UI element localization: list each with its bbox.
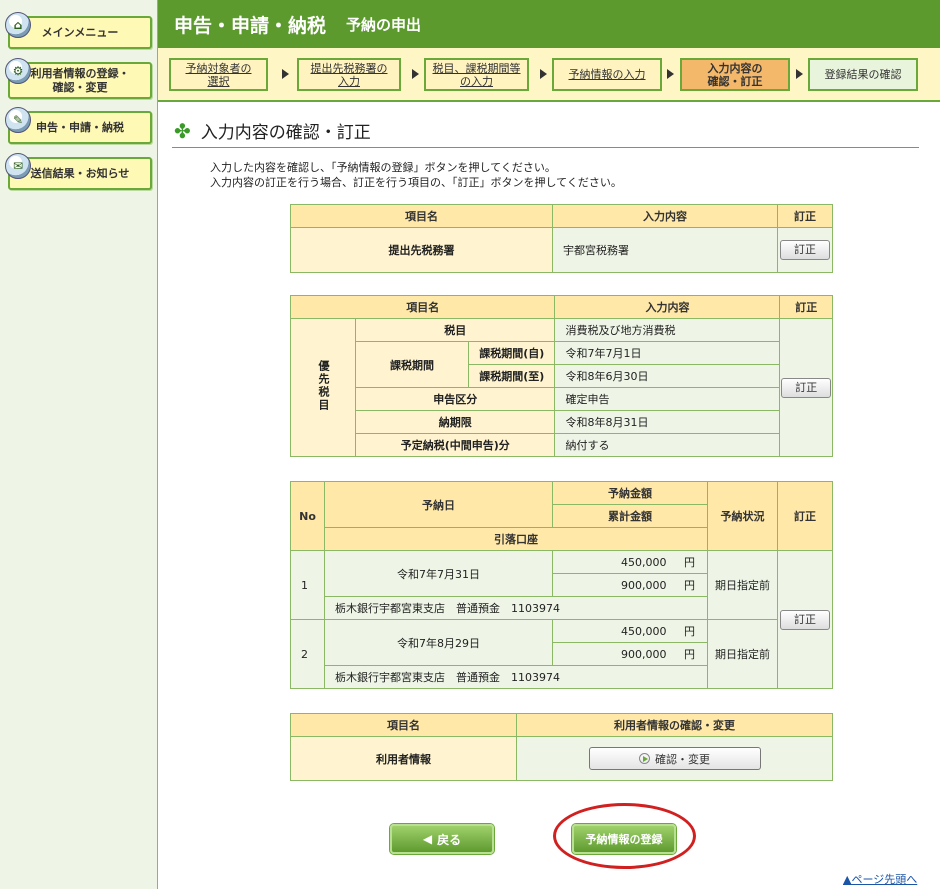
home-icon: ⌂: [5, 12, 31, 38]
arrow-icon: [667, 69, 674, 79]
prepayment-schedule-table: No 予納日 予納金額 予納状況 訂正 累計金額 引落口座 1 令和7年7月31…: [290, 481, 833, 689]
arrow-icon: [282, 69, 289, 79]
page-header: 申告・申請・納税 予納の申出: [158, 0, 940, 48]
sidebar-item-label: 送信結果・お知らせ: [30, 166, 130, 180]
step-prepayment-info[interactable]: 予納情報の入力: [552, 58, 662, 91]
tax-office-table: 項目名 入力内容 訂正 提出先税務署 宇都宮税務署 訂正: [290, 204, 833, 273]
step-result: 登録結果の確認: [808, 58, 918, 91]
clover-icon: ✤: [174, 118, 191, 143]
step-select-target[interactable]: 予納対象者の 選択: [169, 58, 268, 91]
step-tax-item[interactable]: 税目、課税期間等 の入力: [424, 58, 529, 91]
back-arrow-icon: ◀: [422, 832, 433, 846]
arrow-icon: [796, 69, 803, 79]
sidebar-item-main-menu[interactable]: ⌂ メインメニュー: [5, 12, 152, 49]
arrow-icon: [412, 69, 419, 79]
step-tax-office[interactable]: 提出先税務署の 入力: [297, 58, 401, 91]
page-subtitle: 予納の申出: [346, 15, 422, 34]
instructions: 入力した内容を確認し、「予納情報の登録」ボタンを押してください。 入力内容の訂正…: [210, 161, 622, 189]
page-title: 申告・申請・納税: [174, 14, 327, 37]
section-title: ✤ 入力内容の確認・訂正: [172, 114, 919, 148]
table-row: 2 令和7年8月29日 450,000 円 期日指定前: [290, 619, 833, 689]
highlight-circle: [553, 803, 696, 869]
sidebar-item-declaration[interactable]: ✎ 申告・申請・納税: [5, 107, 152, 144]
sidebar-item-label: メインメニュー: [41, 25, 119, 39]
priority-tax-label: 優先税目: [290, 318, 356, 457]
sidebar: ⌂ メインメニュー ⚙ 利用者情報の登録・ 確認・変更 ✎ 申告・申請・納税 ✉ …: [0, 0, 158, 889]
edit-schedule-button[interactable]: 訂正: [780, 609, 830, 630]
sidebar-item-label: 申告・申請・納税: [36, 120, 124, 134]
sidebar-item-results[interactable]: ✉ 送信結果・お知らせ: [5, 153, 152, 190]
step-navigation: 予納対象者の 選択 提出先税務署の 入力 税目、課税期間等 の入力 予納情報の入力 入…: [158, 48, 940, 102]
edit-tax-period-button[interactable]: 訂正: [781, 377, 832, 398]
tax-office-value: 宇都宮税務署: [552, 227, 778, 273]
step-confirm-current: 入力内容の 確認・訂正: [680, 58, 790, 91]
back-button[interactable]: ◀ 戻る: [390, 824, 494, 854]
sidebar-item-user-info[interactable]: ⚙ 利用者情報の登録・ 確認・変更: [5, 58, 152, 99]
user-info-table: 項目名 利用者情報の確認・変更 利用者情報 確認・変更: [290, 713, 833, 781]
edit-tax-office-button[interactable]: 訂正: [780, 240, 830, 260]
play-icon: [639, 753, 650, 764]
tax-office-label: 提出先税務署: [290, 227, 553, 273]
tax-period-table: 項目名 入力内容 訂正 優先税目 税目 消費税及び地方消費税 訂正 課税期間 課…: [289, 295, 833, 457]
arrow-icon: [540, 69, 547, 79]
table-row: 1 令和7年7月31日 450,000 円 期日指定前 訂正: [290, 550, 833, 689]
sidebar-item-label: 利用者情報の登録・ 確認・変更: [30, 66, 130, 94]
mail-icon: ✉: [5, 153, 31, 179]
document-icon: ✎: [5, 107, 31, 133]
gear-icon: ⚙: [5, 58, 31, 84]
confirm-change-button[interactable]: 確認・変更: [588, 747, 761, 770]
page-top-link[interactable]: ▲ページ先頭へ: [843, 871, 917, 887]
